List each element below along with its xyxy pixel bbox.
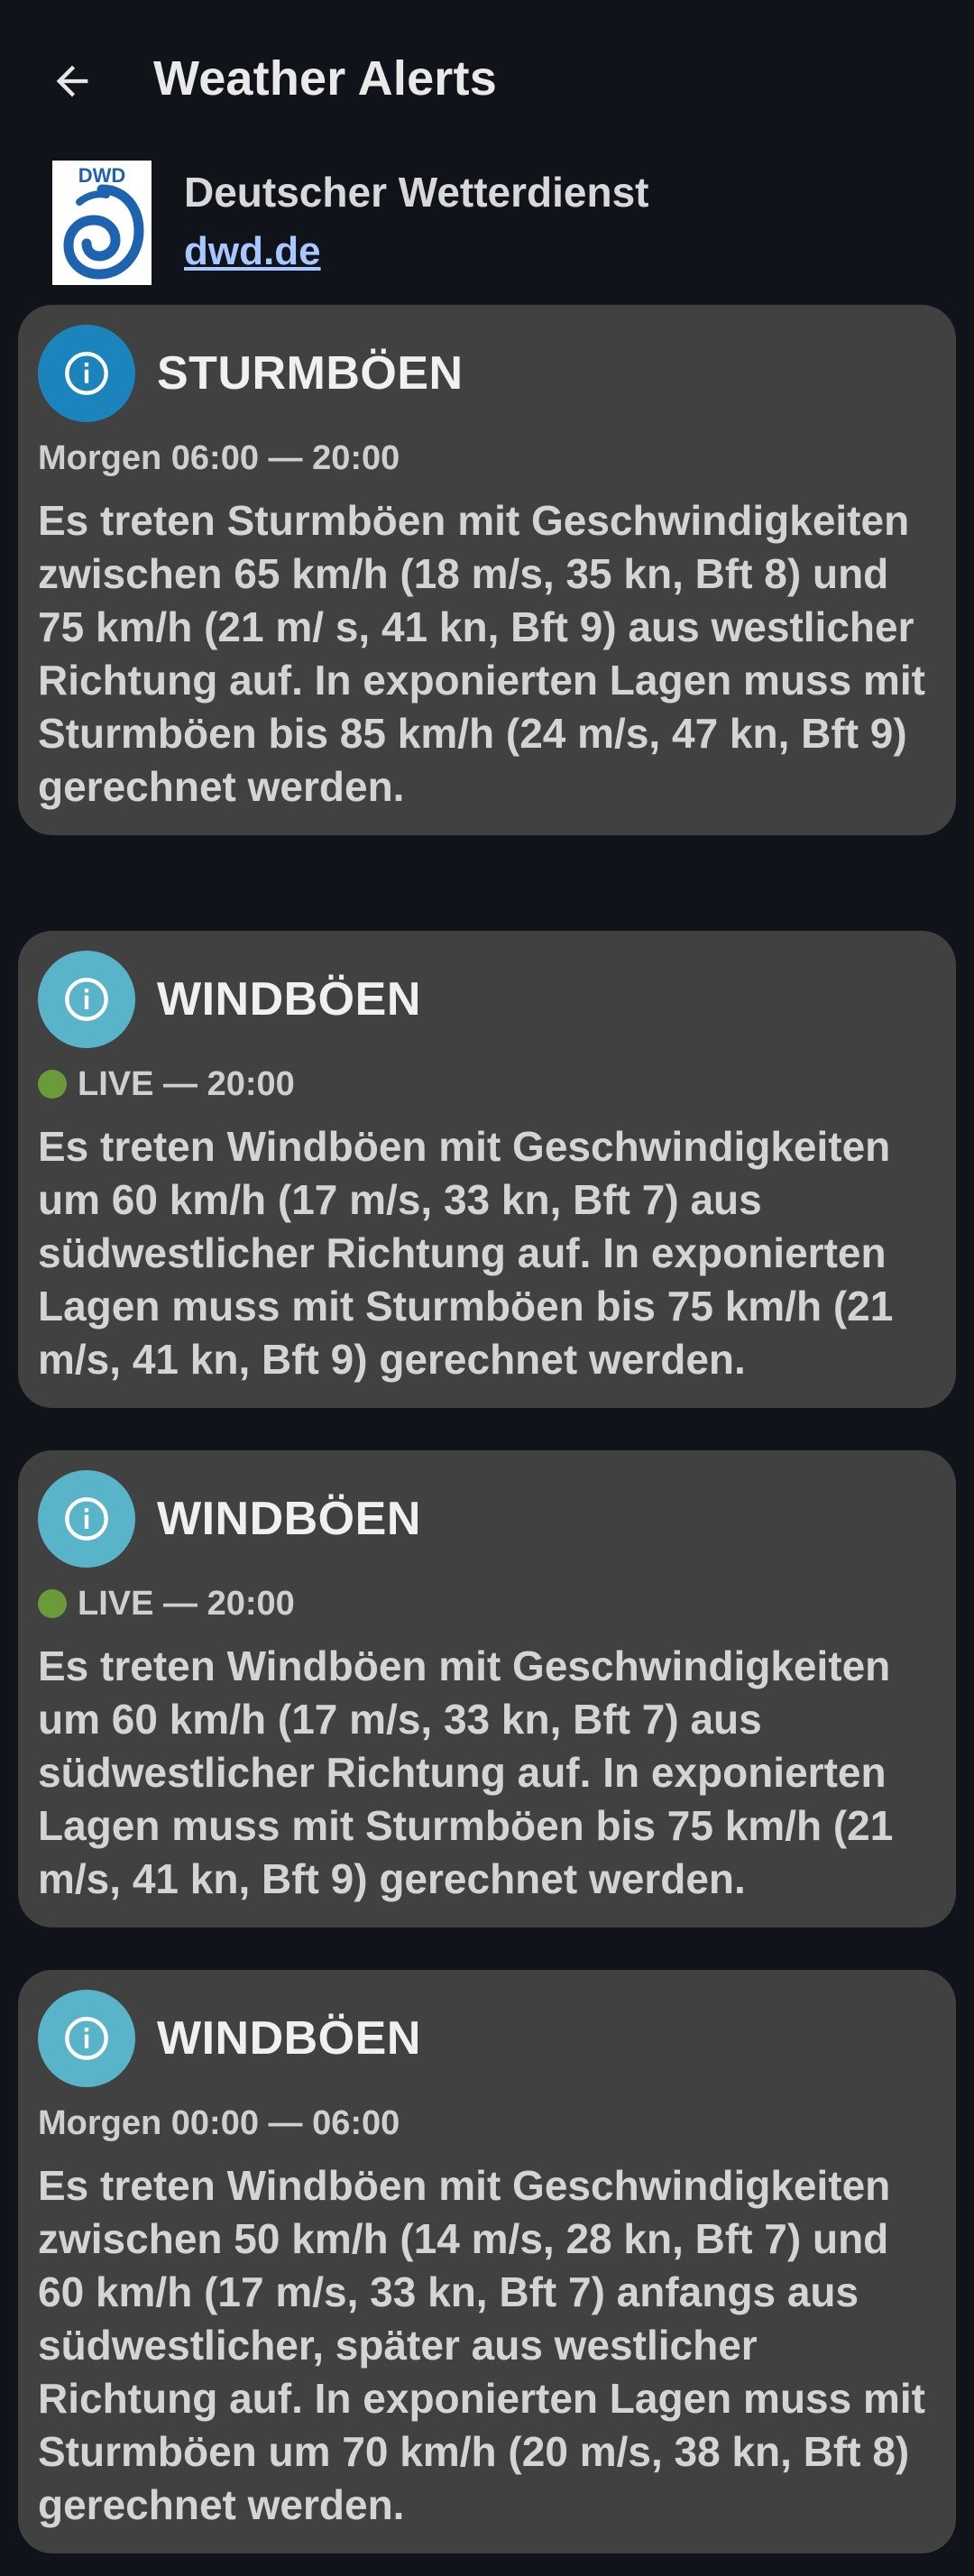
alert-header: WINDBÖEN xyxy=(38,1470,936,1568)
alert-time-text: Morgen 00:00 — 06:00 xyxy=(38,2103,400,2142)
source-name: Deutscher Wetterdienst xyxy=(184,169,649,216)
alert-card[interactable]: STURMBÖEN Morgen 06:00 — 20:00 Es treten… xyxy=(18,305,956,835)
live-indicator-dot xyxy=(38,1070,67,1099)
back-button[interactable] xyxy=(36,40,108,123)
alert-time: Morgen 00:00 — 06:00 xyxy=(38,2102,936,2145)
alert-card[interactable]: WINDBÖEN LIVE — 20:00 Es treten Windböen… xyxy=(18,931,956,1408)
alert-title: WINDBÖEN xyxy=(157,2012,421,2065)
alert-source: DWD Deutscher Wetterdienst dwd.de xyxy=(52,161,918,287)
arrow-back-icon xyxy=(56,65,88,97)
alert-title: STURMBÖEN xyxy=(157,347,464,400)
alert-time: LIVE — 20:00 xyxy=(38,1063,936,1106)
top-app-bar: Weather Alerts xyxy=(0,0,974,162)
svg-text:DWD: DWD xyxy=(78,164,126,187)
alert-title: WINDBÖEN xyxy=(157,1493,421,1545)
info-icon xyxy=(38,1470,135,1568)
page-title: Weather Alerts xyxy=(153,51,497,106)
alert-description: Es treten Windböen mit Geschwindigkeiten… xyxy=(38,1123,894,1383)
alert-header: WINDBÖEN xyxy=(38,1990,936,2087)
alert-header: STURMBÖEN xyxy=(38,325,936,422)
alert-description: Es treten Windböen mit Geschwindigkeiten… xyxy=(38,1642,894,1902)
alert-time-text: LIVE — 20:00 xyxy=(78,1064,295,1103)
info-icon xyxy=(38,325,135,422)
info-icon xyxy=(38,951,135,1048)
alert-time: LIVE — 20:00 xyxy=(38,1582,936,1625)
alert-header: WINDBÖEN xyxy=(38,951,936,1048)
alert-time: Morgen 06:00 — 20:00 xyxy=(38,437,936,480)
dwd-logo: DWD xyxy=(52,161,152,285)
live-indicator-dot xyxy=(38,1589,67,1618)
info-icon xyxy=(38,1990,135,2087)
alert-card[interactable]: WINDBÖEN LIVE — 20:00 Es treten Windböen… xyxy=(18,1450,956,1927)
alert-card[interactable]: WINDBÖEN Morgen 00:00 — 06:00 Es treten … xyxy=(18,1970,956,2553)
source-link[interactable]: dwd.de xyxy=(184,229,321,274)
alert-time-text: LIVE — 20:00 xyxy=(78,1584,295,1623)
alert-title: WINDBÖEN xyxy=(157,973,421,1026)
alert-time-text: Morgen 06:00 — 20:00 xyxy=(38,438,400,477)
alert-description: Es treten Sturmböen mit Geschwindigkeite… xyxy=(38,497,925,810)
alert-description: Es treten Windböen mit Geschwindigkeiten… xyxy=(38,2162,925,2528)
